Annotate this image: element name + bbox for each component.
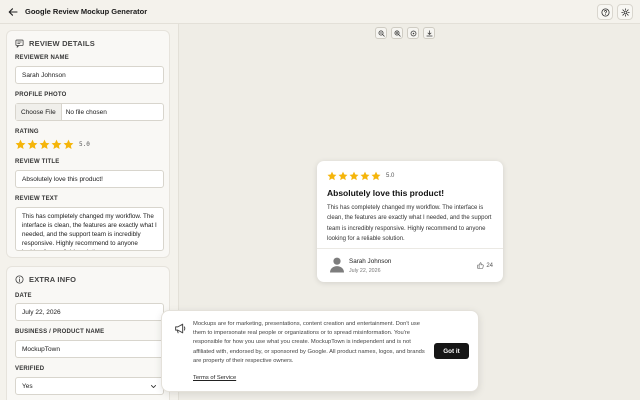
message-square-icon bbox=[15, 39, 24, 48]
gear-icon bbox=[620, 7, 630, 17]
extra-info-title: EXTRA INFO bbox=[29, 275, 77, 284]
zoom-reset-button[interactable] bbox=[407, 27, 419, 39]
zoom-reset-icon bbox=[410, 30, 416, 36]
star-icon[interactable] bbox=[27, 139, 38, 150]
chevron-down-icon bbox=[150, 384, 157, 388]
preview-likes: 24 bbox=[477, 262, 493, 269]
reviewer-name-input[interactable]: Sarah Johnson bbox=[15, 66, 164, 84]
avatar bbox=[330, 257, 344, 273]
review-text-label: REVIEW TEXT bbox=[15, 196, 58, 202]
business-name-label: BUSINESS / PRODUCT NAME bbox=[15, 329, 105, 335]
reviewer-name-value: Sarah Johnson bbox=[22, 71, 66, 79]
terms-of-service-link[interactable]: Terms of Service bbox=[193, 375, 236, 381]
settings-panel[interactable]: REVIEW DETAILS REVIEWER NAME Sarah Johns… bbox=[0, 24, 178, 400]
disclaimer-text: Mockups are for marketing, presentations… bbox=[193, 321, 425, 364]
business-name-input[interactable]: MockupTown bbox=[15, 340, 164, 358]
preview-rating-value: 5.0 bbox=[386, 173, 395, 179]
zoom-out-button[interactable] bbox=[375, 27, 387, 39]
business-name-value: MockupTown bbox=[22, 345, 60, 353]
preview-review-title: Absolutely love this product! bbox=[327, 188, 445, 198]
extra-info-heading: EXTRA INFO bbox=[15, 275, 76, 284]
got-it-button[interactable]: Got it bbox=[434, 343, 469, 359]
review-title-label: REVIEW TITLE bbox=[15, 159, 60, 165]
star-icon bbox=[371, 171, 381, 181]
star-icon bbox=[327, 171, 337, 181]
top-bar: Google Review Mockup Generator bbox=[0, 0, 640, 24]
star-icon bbox=[360, 171, 370, 181]
download-button[interactable] bbox=[423, 27, 435, 39]
zoom-out-icon bbox=[378, 30, 385, 37]
review-details-card: REVIEW DETAILS REVIEWER NAME Sarah Johns… bbox=[6, 30, 170, 258]
review-details-heading: REVIEW DETAILS bbox=[15, 39, 95, 48]
rating-stars-input[interactable]: 5.0 bbox=[15, 139, 90, 150]
star-icon[interactable] bbox=[15, 139, 26, 150]
star-icon[interactable] bbox=[39, 139, 50, 150]
profile-photo-label: PROFILE PHOTO bbox=[15, 92, 67, 98]
settings-button[interactable] bbox=[617, 4, 633, 20]
star-icon bbox=[349, 171, 359, 181]
verified-value: Yes bbox=[22, 382, 33, 390]
preview-rating: 5.0 bbox=[327, 171, 394, 181]
file-status: No file chosen bbox=[65, 108, 107, 116]
reviewer-name-label: REVIEWER NAME bbox=[15, 55, 69, 61]
star-icon[interactable] bbox=[51, 139, 62, 150]
help-button[interactable] bbox=[597, 4, 613, 20]
date-label: DATE bbox=[15, 293, 32, 299]
zoom-in-icon bbox=[394, 30, 401, 37]
date-input[interactable]: July 22, 2026 bbox=[15, 303, 164, 321]
zoom-in-button[interactable] bbox=[391, 27, 403, 39]
preview-divider bbox=[317, 248, 503, 249]
megaphone-icon bbox=[175, 323, 186, 334]
review-text-input[interactable]: This has completely changed my workflow.… bbox=[15, 207, 164, 251]
verified-select[interactable]: Yes bbox=[15, 377, 164, 395]
rating-label: RATING bbox=[15, 129, 39, 135]
review-title-value: Absolutely love this product! bbox=[22, 175, 103, 183]
preview-review-date: July 22, 2026 bbox=[349, 268, 381, 274]
disclaimer-banner: Mockups are for marketing, presentations… bbox=[161, 310, 479, 392]
date-value: July 22, 2026 bbox=[22, 308, 61, 316]
download-icon bbox=[425, 29, 433, 36]
star-icon bbox=[338, 171, 348, 181]
thumbs-up-icon bbox=[477, 262, 484, 269]
review-card-preview: 5.0 Absolutely love this product! This h… bbox=[317, 161, 503, 282]
preview-toolbar bbox=[375, 27, 435, 39]
review-details-title: REVIEW DETAILS bbox=[29, 39, 95, 48]
extra-info-card: EXTRA INFO DATE July 22, 2026 BUSINESS /… bbox=[6, 266, 170, 400]
help-circle-icon bbox=[600, 7, 610, 17]
rating-value: 5.0 bbox=[79, 141, 90, 148]
preview-review-text: This has completely changed my workflow.… bbox=[327, 205, 492, 242]
preview-reviewer-name: Sarah Johnson bbox=[349, 258, 392, 265]
choose-file-button[interactable]: Choose File bbox=[16, 104, 62, 120]
verified-label: VERIFIED bbox=[15, 366, 45, 372]
star-icon[interactable] bbox=[63, 139, 74, 150]
preview-likes-count: 24 bbox=[486, 262, 493, 269]
review-title-input[interactable]: Absolutely love this product! bbox=[15, 170, 164, 188]
profile-photo-input[interactable]: Choose File No file chosen bbox=[15, 103, 164, 121]
arrow-left-icon[interactable] bbox=[6, 5, 20, 19]
info-icon bbox=[15, 275, 24, 284]
app-title: Google Review Mockup Generator bbox=[25, 7, 148, 16]
